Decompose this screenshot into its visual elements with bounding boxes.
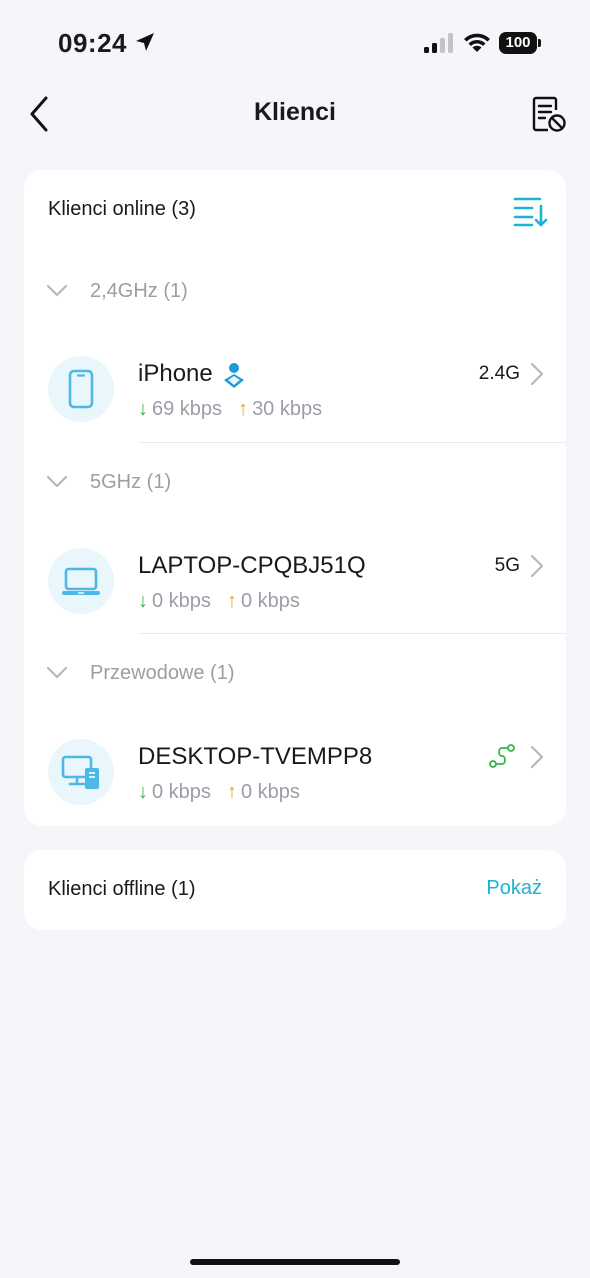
upload-rate: 0 kbps — [240, 781, 300, 803]
chevron-down-icon — [46, 475, 68, 488]
client-avatar — [48, 739, 114, 805]
wired-connection-icon — [489, 744, 515, 768]
battery-level: 100 — [499, 32, 537, 54]
client-name: iPhone — [138, 360, 213, 387]
chevron-down-icon — [46, 666, 68, 679]
location-arrow-icon — [136, 33, 154, 51]
offline-clients-card: Klienci offline (1) Pokaż — [24, 850, 566, 930]
upload-arrow-icon: ↑ — [226, 590, 237, 612]
client-row-desktop[interactable]: DESKTOP-TVEMPP8 ↓ 0 kbps ↑ 0 kbps — [24, 719, 566, 829]
upload-rate: 0 kbps — [240, 590, 300, 612]
client-avatar — [48, 548, 114, 614]
battery-icon: 100 — [499, 32, 541, 54]
group-label: Przewodowe (1) — [90, 662, 235, 684]
owner-profile-icon — [224, 363, 244, 388]
desktop-icon — [61, 755, 99, 789]
offline-clients-title: Klienci offline (1) — [48, 878, 196, 900]
sort-icon[interactable] — [512, 194, 548, 228]
download-rate: 0 kbps — [152, 590, 211, 612]
status-bar: 09:24 100 — [0, 0, 590, 88]
upload-arrow-icon: ↑ — [238, 398, 249, 420]
upload-arrow-icon: ↑ — [226, 781, 237, 803]
band-label: 5G — [494, 555, 520, 576]
client-avatar — [48, 356, 114, 422]
download-rate: 69 kbps — [152, 398, 223, 420]
chevron-right-icon — [530, 745, 544, 769]
chevron-down-icon — [46, 284, 68, 297]
traffic-rates: ↓ 0 kbps ↑ 0 kbps — [138, 590, 300, 613]
client-name: LAPTOP-CPQBJ51Q — [138, 552, 366, 579]
group-header-2-4ghz[interactable]: 2,4GHz (1) — [24, 272, 566, 312]
chevron-right-icon — [530, 554, 544, 578]
client-row-laptop[interactable]: LAPTOP-CPQBJ51Q ↓ 0 kbps ↑ 0 kbps 5G — [24, 528, 566, 638]
download-rate: 0 kbps — [152, 781, 211, 803]
chevron-right-icon — [530, 362, 544, 386]
home-indicator[interactable] — [190, 1259, 400, 1265]
upload-rate: 30 kbps — [252, 398, 323, 420]
download-arrow-icon: ↓ — [138, 590, 148, 612]
phone-icon — [68, 369, 94, 409]
group-header-wired[interactable]: Przewodowe (1) — [24, 654, 566, 694]
group-label: 5GHz (1) — [90, 471, 172, 493]
traffic-rates: ↓ 0 kbps ↑ 0 kbps — [138, 781, 300, 804]
client-row-iphone[interactable]: iPhone ↓ 69 kbps ↑ 30 kbps 2.4G — [24, 336, 566, 446]
divider — [138, 442, 566, 443]
band-label: 2.4G — [478, 363, 520, 384]
cellular-signal-icon — [424, 33, 453, 53]
group-header-5ghz[interactable]: 5GHz (1) — [24, 463, 566, 503]
page-title: Klienci — [254, 98, 336, 126]
client-name: DESKTOP-TVEMPP8 — [138, 743, 373, 770]
online-clients-card: Klienci online (3) 2,4GHz (1) iPhone ↓ 69… — [24, 170, 566, 826]
blocked-clients-icon[interactable] — [528, 94, 568, 134]
online-clients-title: Klienci online (3) — [48, 198, 196, 220]
download-arrow-icon: ↓ — [138, 781, 148, 803]
laptop-icon — [62, 567, 100, 595]
download-arrow-icon: ↓ — [138, 398, 148, 420]
show-offline-link[interactable]: Pokaż — [486, 877, 542, 900]
wifi-icon — [464, 33, 490, 52]
group-label: 2,4GHz (1) — [90, 280, 188, 302]
divider — [138, 633, 566, 634]
traffic-rates: ↓ 69 kbps ↑ 30 kbps — [138, 398, 322, 421]
status-time: 09:24 — [58, 28, 127, 58]
